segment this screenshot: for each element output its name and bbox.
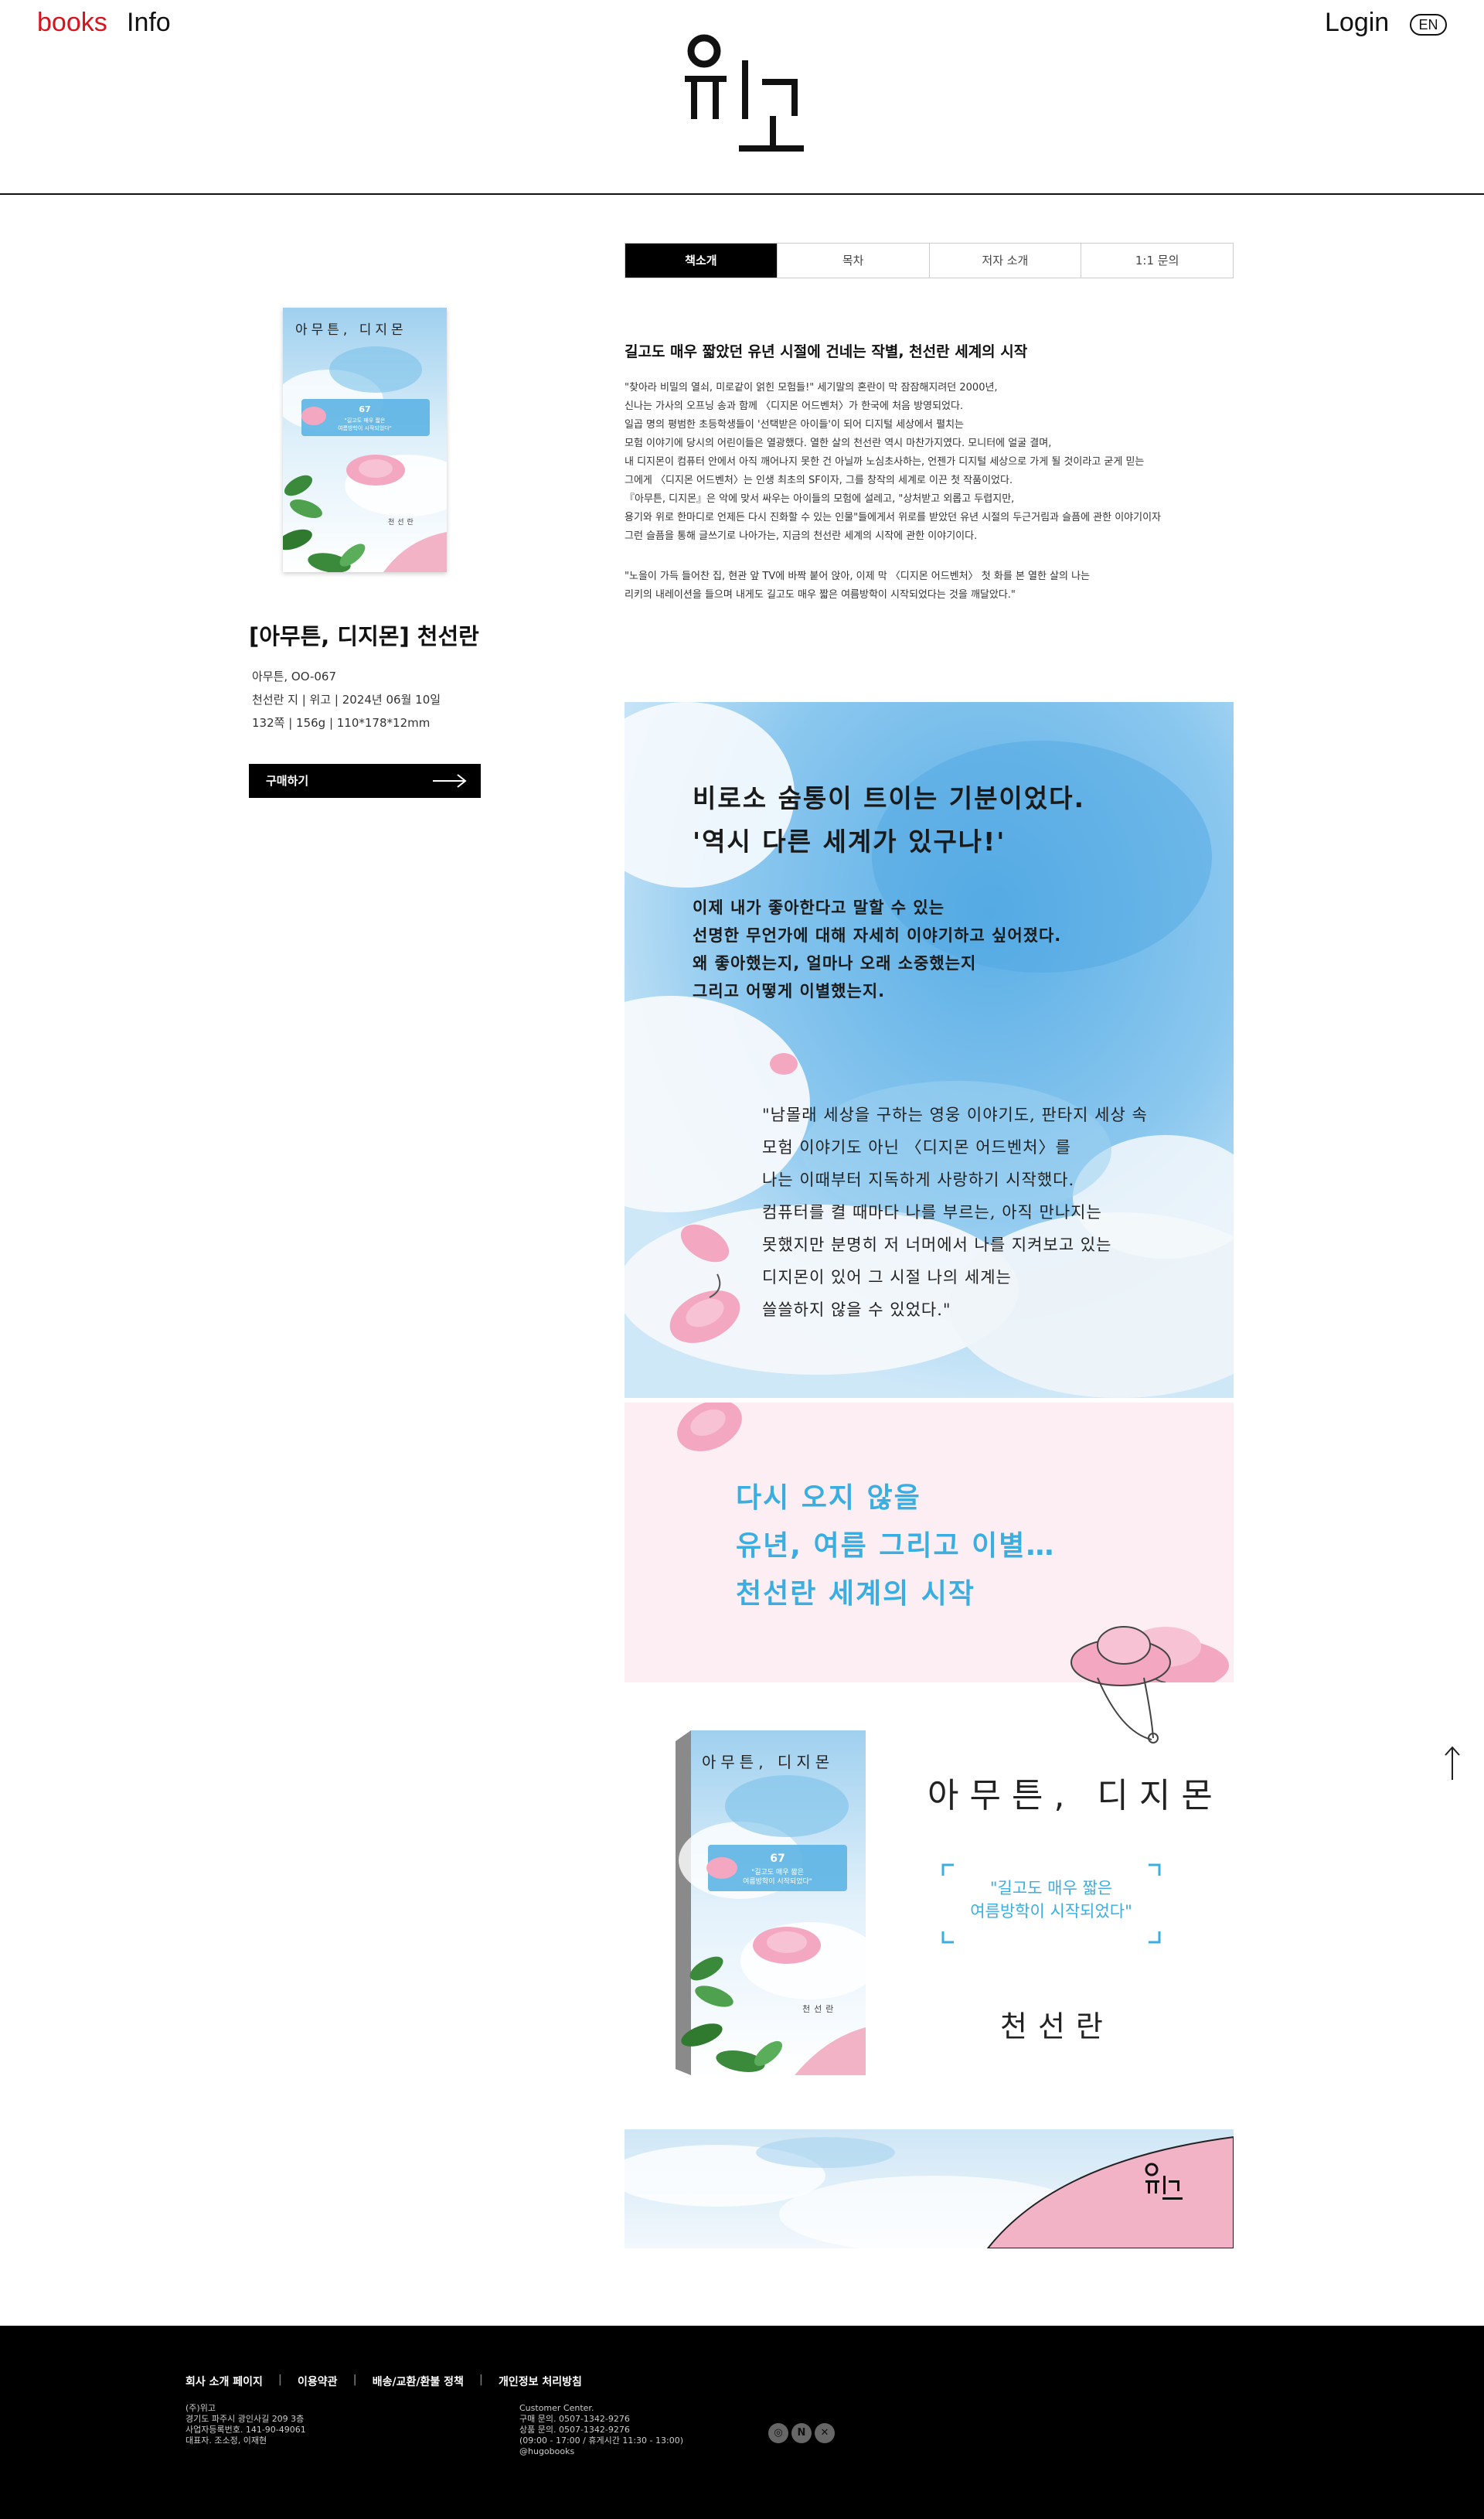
bottom-strip-illustration <box>625 2129 1234 2248</box>
detail-tabs: 책소개 목차 저자 소개 1:1 문의 <box>625 243 1234 278</box>
book3d-tagline-1: "길고도 매우 짧은 <box>751 1867 804 1876</box>
tab-author[interactable]: 저자 소개 <box>930 244 1082 278</box>
login-link[interactable]: Login <box>1325 8 1389 38</box>
cover-number: 67 <box>359 404 370 414</box>
book-cover-thumbnail[interactable]: 67 "길고도 매우 짧은 여름방학이 시작되었다" 아무튼, 디지몬 천선란 <box>283 308 447 572</box>
showcase-quote-line-1: "길고도 매우 짧은 <box>989 1879 1113 1897</box>
intro-line: 내 디지몬이 컴퓨터 안에서 아직 깨어나지 못한 건 아닐까 노심초사하는, … <box>625 456 1145 468</box>
page: books Info Login EN 67 "길고도 매우 짧은 여름방학이 … <box>0 0 1484 2519</box>
banner-quote-line: 컴퓨터를 켤 때마다 나를 부르는, 아직 만나지는 <box>762 1203 1102 1222</box>
intro-line: 리키의 내레이션을 들으며 내게도 길고도 매우 짧은 여름방학이 시작되었다는… <box>625 589 1016 601</box>
banner-quote-line: 못했지만 분명히 저 너머에서 나를 지켜보고 있는 <box>762 1236 1112 1254</box>
footer-link-privacy[interactable]: 개인정보 처리방침 <box>499 2374 582 2389</box>
book3d-title: 아무튼, 디지몬 <box>702 1753 834 1771</box>
footer-separator: | <box>478 2374 483 2386</box>
footer-company-line: (주)위고 <box>186 2403 216 2413</box>
nav-info-link[interactable]: Info <box>127 8 171 38</box>
showcase-quote-line-2: 여름방학이 시작되었다" <box>970 1902 1132 1921</box>
arrow-right-icon <box>433 774 467 788</box>
book-series-number: 아무튼, OO-067 <box>252 670 337 683</box>
language-toggle[interactable]: EN <box>1410 14 1447 36</box>
book3d-tagline-2: 여름방학이 시작되었다" <box>743 1876 812 1886</box>
footer-link-shipping[interactable]: 배송/교환/환불 정책 <box>373 2374 464 2389</box>
intro-line: 신나는 가사의 오프닝 송과 함께 〈디지몬 어드벤처〉가 한국에 처음 방영되… <box>625 401 964 412</box>
cover-tagline-2: 여름방학이 시작되었다" <box>338 424 392 431</box>
footer-company-line: 경기도 파주시 광인사길 209 3층 <box>186 2414 305 2424</box>
banner-blue-line: 다시 오지 않을 <box>736 1482 921 1514</box>
naver-icon[interactable]: N <box>791 2423 812 2443</box>
banner-headline-1: 비로소 숨통이 트이는 기분이었다. <box>693 783 1086 813</box>
x-icon[interactable]: ✕ <box>815 2423 835 2443</box>
book3d-author: 천선란 <box>802 2003 837 2014</box>
intro-line: 모험 이야기에 당시의 어린이들은 열광했다. 열한 살의 천선란 역시 마찬가… <box>625 438 1052 449</box>
tab-contents[interactable]: 목차 <box>778 244 930 278</box>
banner-headline-2: '역시 다른 세계가 있구나!' <box>693 827 1006 857</box>
footer-separator: | <box>352 2374 357 2386</box>
tab-inquiry[interactable]: 1:1 문의 <box>1081 244 1233 278</box>
instagram-icon[interactable]: ◎ <box>768 2423 788 2443</box>
banner-quote-line: 디지몬이 있어 그 시절 나의 세계는 <box>762 1268 1012 1287</box>
intro-line: "찾아라 비밀의 열쇠, 미로같이 얽힌 모험들!" 세기말의 혼란이 막 잠잠… <box>625 382 998 394</box>
intro-line: 『아무튼, 디지몬』은 악에 맞서 싸우는 아이들의 모험에 설레고, "상처받… <box>625 493 1015 505</box>
intro-line: 용기와 위로 한마디로 언제든 다시 진화할 수 있는 인물"들에게서 위로를 … <box>625 512 1162 523</box>
footer-service-line: Customer Center. <box>519 2403 594 2413</box>
intro-heading: 길고도 매우 짧았던 유년 시절에 건네는 작별, 천선란 세계의 시작 <box>625 343 1028 360</box>
pink-hat-icon <box>1070 1626 1171 1744</box>
banner-quote-line: 모험 이야기도 아닌 〈디지몬 어드벤처〉를 <box>762 1138 1071 1157</box>
nav-books-link[interactable]: books <box>37 8 107 38</box>
footer-company-line: 대표자. 조소정, 이재현 <box>186 2435 267 2446</box>
banner-mid-line: 그리고 어떻게 이별했는지. <box>693 982 886 1000</box>
footer-company-line: 사업자등록번호. 141-90-49061 <box>186 2425 306 2435</box>
site-header: books Info Login EN <box>0 0 1484 195</box>
banner-quote-line: 나는 이때부터 지독하게 사랑하기 시작했다. <box>762 1171 1075 1189</box>
banner-mid-line: 선명한 무언가에 대해 자세히 이야기하고 싶어졌다. <box>693 926 1062 945</box>
book-title: [아무튼, 디지몬] 천선란 <box>249 623 479 649</box>
banner-quote-line: 쓸쓸하지 않을 수 있었다." <box>762 1300 951 1319</box>
banner-mid-line: 이제 내가 좋아한다고 말할 수 있는 <box>693 898 945 917</box>
footer-link-terms[interactable]: 이용약관 <box>298 2374 338 2389</box>
hugo-logo[interactable] <box>680 31 804 170</box>
banner-blue-line: 유년, 여름 그리고 이별… <box>736 1530 1056 1562</box>
banner-quote-line: "남몰래 세상을 구하는 영웅 이야기도, 판타지 세상 속 <box>762 1106 1148 1124</box>
intro-line: 그에게 〈디지몬 어드벤처〉는 인생 최초의 SF이자, 그를 창작의 세계로 … <box>625 475 1013 486</box>
tab-book-intro[interactable]: 책소개 <box>625 244 778 278</box>
footer-service-line: @hugobooks <box>519 2446 575 2456</box>
promo-banner-image: 비로소 숨통이 트이는 기분이었다. '역시 다른 세계가 있구나!' 이제 내… <box>625 702 1234 1398</box>
footer-service-line: 구매 문의. 0507-1342-9276 <box>519 2414 630 2424</box>
footer-service-line: 상품 문의. 0507-1342-9276 <box>519 2425 630 2435</box>
banner-mid-line: 왜 좋아했는지, 얼마나 오래 소중했는지 <box>693 954 977 973</box>
book-spec: 132쪽 | 156g | 110*178*12mm <box>252 716 431 730</box>
book-3d-illustration: 67 "길고도 매우 짧은 여름방학이 시작되었다" 아무튼, 디지몬 천선란 <box>676 1730 869 2075</box>
footer-separator: | <box>277 2374 283 2386</box>
buy-button[interactable]: 구매하기 <box>249 764 481 798</box>
intro-line: 그런 슬픔을 통해 글쓰기로 나아가는, 지금의 천선란 세계의 시작에 관한 … <box>625 530 978 542</box>
footer-service-line: (09:00 - 17:00 / 휴게시간 11:30 - 13:00) <box>519 2435 683 2446</box>
buy-button-label: 구매하기 <box>266 774 309 788</box>
book-publication-info: 천선란 지 | 위고 | 2024년 06월 10일 <box>252 693 441 707</box>
showcase-title: 아무튼, 디지몬 <box>928 1776 1224 1815</box>
book3d-number: 67 <box>770 1853 785 1865</box>
cover-tagline-1: "길고도 매우 짧은 <box>345 418 386 424</box>
banner-blue-line: 천선란 세계의 시작 <box>736 1578 976 1610</box>
cover-author: 천선란 <box>388 517 417 527</box>
footer-link-company[interactable]: 회사 소개 페이지 <box>186 2374 263 2389</box>
showcase-author: 천선란 <box>1000 2009 1114 2043</box>
footer-links: 회사 소개 페이지 | 이용약관 | 배송/교환/환불 정책 | 개인정보 처리… <box>186 2374 582 2389</box>
intro-line: "노을이 가득 들어찬 집, 현관 앞 TV에 바짝 붙어 앉아, 이제 막 〈… <box>625 571 1091 582</box>
intro-line: 일곱 명의 평범한 초등학생들이 '선택받은 아이들'이 되어 디지털 세상에서… <box>625 419 965 431</box>
scroll-to-top-icon[interactable] <box>1441 1744 1464 1783</box>
cover-title: 아무튼, 디지몬 <box>295 322 407 338</box>
